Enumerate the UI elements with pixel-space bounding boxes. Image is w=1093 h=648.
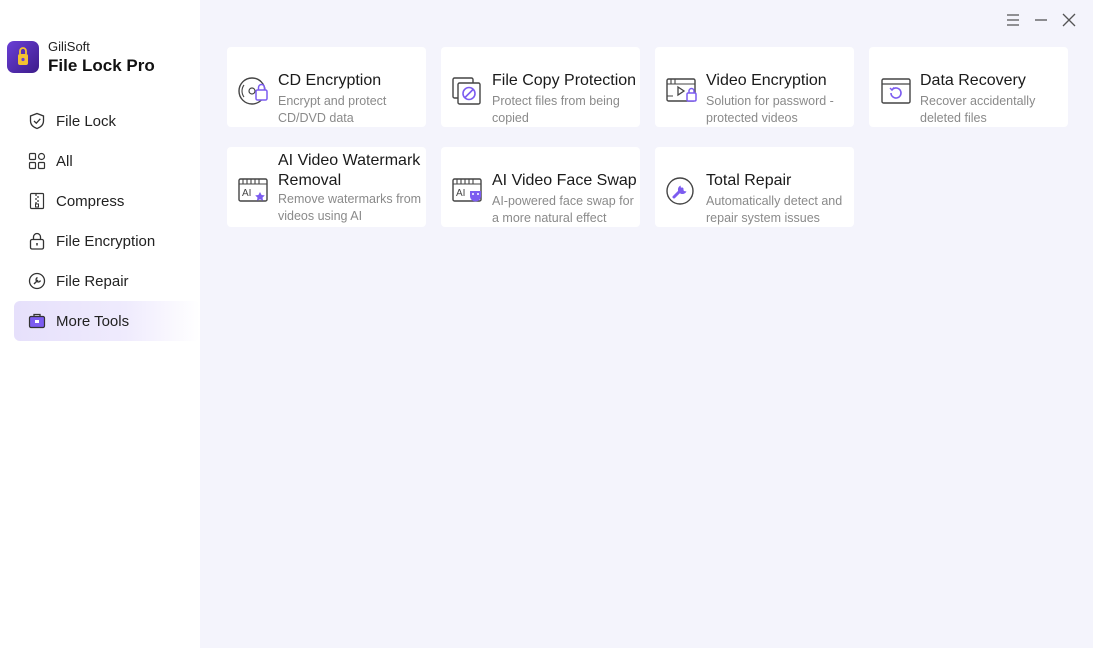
tool-title: CD Encryption — [278, 72, 382, 89]
brand: GiliSoft File Lock Pro — [7, 40, 155, 74]
tool-card-total-repair[interactable]: Total Repair Automatically detect and re… — [655, 147, 854, 227]
app-name: File Lock Pro — [48, 56, 155, 75]
ai-watermark-icon: AI — [237, 176, 271, 206]
tool-card-ai-video-watermark-removal[interactable]: AI AI Video Watermark Removal Remove wat… — [227, 147, 426, 227]
sidebar-item-file-encryption[interactable]: File Encryption — [14, 221, 200, 261]
tool-title: Total Repair — [706, 172, 792, 189]
sidebar-item-label: File Lock — [56, 112, 117, 130]
tool-title: AI Video Watermark Removal — [278, 152, 421, 189]
tool-card-video-encryption[interactable]: Video Encryption Solution for password -… — [655, 47, 854, 127]
vendor-name: GiliSoft — [48, 39, 90, 54]
tool-description: AI-powered face swap for a more natural … — [492, 194, 634, 225]
sidebar-item-file-lock[interactable]: File Lock — [14, 101, 200, 141]
svg-text:AI: AI — [456, 188, 465, 199]
tool-title: Data Recovery — [920, 72, 1026, 89]
window-controls — [999, 10, 1083, 30]
ai-face-swap-icon: AI — [451, 176, 485, 206]
tool-description: Remove watermarks from videos using AI — [278, 192, 422, 223]
tool-description: Automatically detect and repair system i… — [706, 194, 843, 225]
video-lock-icon — [665, 76, 699, 106]
sidebar-item-label: All — [56, 152, 73, 170]
close-icon[interactable] — [1055, 10, 1083, 30]
sidebar-item-more-tools[interactable]: More Tools — [14, 301, 200, 341]
sidebar-item-label: Compress — [56, 192, 125, 210]
sidebar-item-all[interactable]: All — [14, 141, 200, 181]
grid-icon — [27, 151, 47, 171]
tool-title: File Copy Protection — [492, 72, 637, 89]
menu-icon[interactable] — [999, 10, 1027, 30]
tool-title: AI Video Face Swap — [492, 172, 637, 189]
total-repair-icon — [665, 176, 699, 206]
data-recovery-icon — [879, 76, 913, 106]
tool-card-ai-video-face-swap[interactable]: AI AI Video Face Swap AI-powered face sw… — [441, 147, 640, 227]
minimize-icon[interactable] — [1027, 10, 1055, 30]
app-logo-icon — [7, 41, 39, 73]
sidebar: GiliSoft File Lock Pro File Lock All Com… — [0, 0, 200, 648]
tool-description: Solution for password - protected videos — [706, 94, 834, 125]
cd-lock-icon — [237, 76, 271, 106]
tool-card-cd-encryption[interactable]: CD Encryption Encrypt and protect CD/DVD… — [227, 47, 426, 127]
sidebar-item-label: More Tools — [56, 312, 130, 330]
toolbox-icon — [27, 311, 47, 331]
tool-description: Protect files from being copied — [492, 94, 620, 125]
sidebar-item-label: File Repair — [56, 272, 129, 290]
padlock-icon — [27, 231, 47, 251]
tool-description: Encrypt and protect CD/DVD data — [278, 94, 387, 125]
sidebar-item-label: File Encryption — [56, 232, 156, 250]
shield-icon — [27, 111, 47, 131]
repair-icon — [27, 271, 47, 291]
tool-title: Video Encryption — [706, 72, 827, 89]
svg-text:AI: AI — [242, 188, 251, 199]
copy-protect-icon — [451, 76, 485, 106]
tool-card-file-copy-protection[interactable]: File Copy Protection Protect files from … — [441, 47, 640, 127]
sidebar-item-file-repair[interactable]: File Repair — [14, 261, 200, 301]
sidebar-nav: File Lock All Compress File Encryption F… — [14, 101, 200, 341]
tool-card-data-recovery[interactable]: Data Recovery Recover accidentally delet… — [869, 47, 1068, 127]
tool-description: Recover accidentally deleted files — [920, 94, 1036, 125]
sidebar-item-compress[interactable]: Compress — [14, 181, 200, 221]
zip-icon — [27, 191, 47, 211]
